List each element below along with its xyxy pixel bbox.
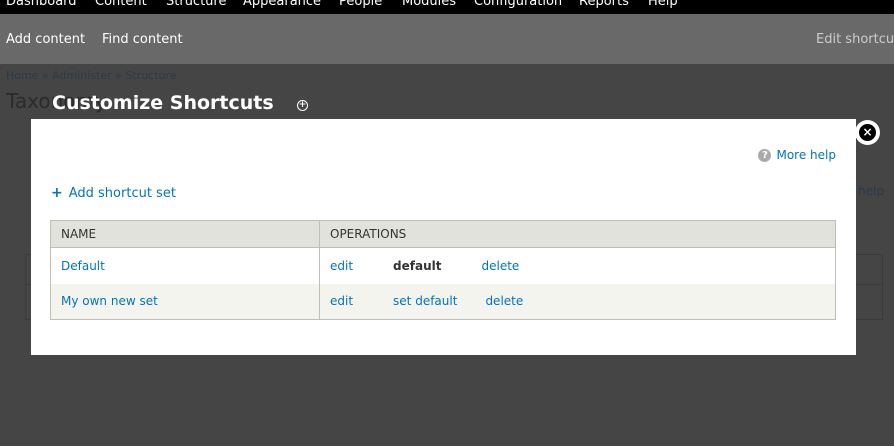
add-shortcut-set-label: Add shortcut set	[68, 185, 176, 201]
shortcut-find-content[interactable]: Find content	[102, 32, 183, 47]
toolbar-configuration[interactable]: Configuration	[474, 0, 562, 9]
column-operations: OPERATIONS	[319, 220, 836, 248]
set-default-link[interactable]: set default	[393, 294, 457, 308]
close-icon: ×	[859, 124, 876, 141]
set-name-link[interactable]: Default	[61, 259, 105, 273]
toolbar-reports[interactable]: Reports	[579, 0, 629, 9]
delete-link[interactable]: delete	[482, 259, 520, 273]
toolbar-dashboard[interactable]: Dashboard	[6, 0, 77, 9]
shortcut-bar: Add content Find content Edit shortcuts	[0, 14, 894, 64]
table-row: My own new set edit set default delete	[50, 283, 836, 320]
toolbar-modules[interactable]: Modules	[402, 0, 456, 9]
background-help-link: help	[858, 184, 884, 198]
help-icon: ?	[758, 148, 772, 162]
toolbar-structure[interactable]: Structure	[166, 0, 226, 9]
dialog-title: Customize Shortcuts	[52, 92, 274, 114]
more-help-label: More help	[776, 148, 836, 162]
toolbar-help[interactable]: Help	[648, 0, 678, 9]
toolbar-content[interactable]: Content	[95, 0, 147, 9]
table-row: Default edit default delete	[50, 247, 836, 284]
column-name: NAME	[50, 220, 320, 248]
edit-shortcuts-link[interactable]: Edit shortcuts	[816, 32, 894, 47]
set-name-link[interactable]: My own new set	[61, 294, 158, 308]
toolbar-appearance[interactable]: Appearance	[243, 0, 321, 9]
toolbar-people[interactable]: People	[339, 0, 382, 9]
breadcrumb: Home » Administer » Structure	[6, 69, 177, 82]
close-dialog-button[interactable]: ×	[855, 120, 880, 145]
admin-toolbar: Dashboard Content Structure Appearance P…	[0, 0, 894, 14]
shortcut-sets-table: NAME OPERATIONS Default edit default delete…	[50, 220, 836, 320]
customize-shortcuts-dialog: ? More help + Add shortcut set NAME OPERATI…	[31, 119, 856, 355]
edit-link[interactable]: edit	[330, 294, 353, 308]
add-shortcut-set-link[interactable]: + Add shortcut set	[51, 185, 176, 201]
add-shortcut-icon[interactable]: +	[297, 100, 308, 111]
default-label: default	[393, 258, 442, 273]
delete-link[interactable]: delete	[485, 294, 523, 308]
shortcut-add-content[interactable]: Add content	[6, 32, 85, 47]
more-help-link[interactable]: ? More help	[758, 148, 836, 162]
edit-link[interactable]: edit	[330, 259, 353, 273]
plus-icon: +	[51, 185, 63, 201]
